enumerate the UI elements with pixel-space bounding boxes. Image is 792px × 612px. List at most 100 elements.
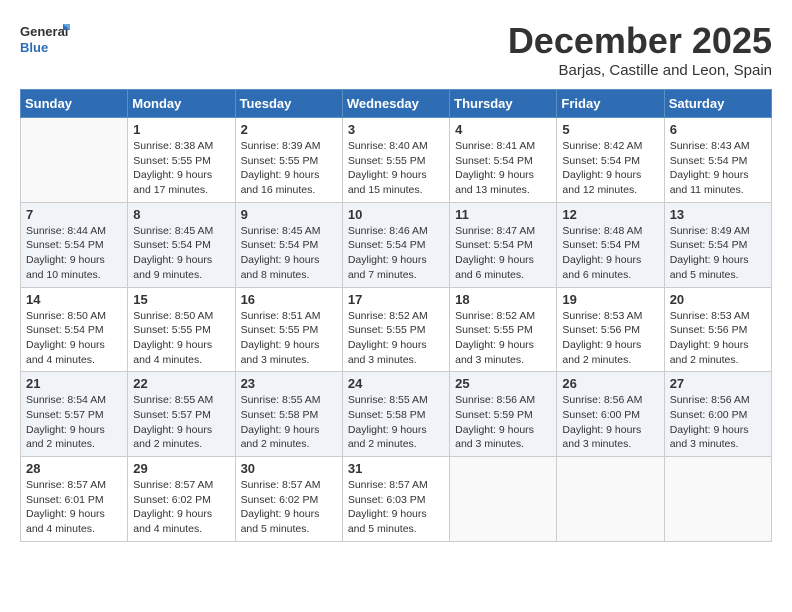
day-number: 24 — [348, 376, 444, 391]
calendar-cell: 12 Sunrise: 8:48 AM Sunset: 5:54 PM Dayli… — [557, 202, 664, 287]
calendar-cell — [557, 457, 664, 542]
svg-text:General: General — [20, 24, 68, 39]
logo-svg: General Blue — [20, 20, 70, 60]
cell-info: Sunrise: 8:56 AM Sunset: 5:59 PM Dayligh… — [455, 393, 551, 452]
cell-info: Sunrise: 8:57 AM Sunset: 6:01 PM Dayligh… — [26, 478, 122, 537]
day-number: 18 — [455, 292, 551, 307]
col-header-saturday: Saturday — [664, 90, 771, 118]
day-number: 11 — [455, 207, 551, 222]
cell-info: Sunrise: 8:56 AM Sunset: 6:00 PM Dayligh… — [562, 393, 658, 452]
calendar-cell: 3 Sunrise: 8:40 AM Sunset: 5:55 PM Daylig… — [342, 118, 449, 203]
calendar-cell: 22 Sunrise: 8:55 AM Sunset: 5:57 PM Dayli… — [128, 372, 235, 457]
day-number: 14 — [26, 292, 122, 307]
svg-text:Blue: Blue — [20, 40, 48, 55]
month-title: December 2025 — [508, 20, 772, 62]
day-number: 3 — [348, 122, 444, 137]
cell-info: Sunrise: 8:45 AM Sunset: 5:54 PM Dayligh… — [133, 224, 229, 283]
cell-info: Sunrise: 8:55 AM Sunset: 5:58 PM Dayligh… — [241, 393, 337, 452]
cell-info: Sunrise: 8:41 AM Sunset: 5:54 PM Dayligh… — [455, 139, 551, 198]
col-header-wednesday: Wednesday — [342, 90, 449, 118]
title-area: December 2025 Barjas, Castille and Leon,… — [508, 20, 772, 79]
calendar-week-row: 1 Sunrise: 8:38 AM Sunset: 5:55 PM Daylig… — [21, 118, 772, 203]
calendar-cell: 10Sunrise: 8:46 AM Sunset: 5:54 PM Dayli… — [342, 202, 449, 287]
cell-info: Sunrise: 8:50 AM Sunset: 5:54 PM Dayligh… — [26, 309, 122, 368]
calendar-week-row: 21 Sunrise: 8:54 AM Sunset: 5:57 PM Dayli… — [21, 372, 772, 457]
calendar-cell: 14 Sunrise: 8:50 AM Sunset: 5:54 PM Dayli… — [21, 287, 128, 372]
cell-info: Sunrise: 8:46 AM Sunset: 5:54 PM Dayligh… — [348, 224, 444, 283]
cell-info: Sunrise: 8:54 AM Sunset: 5:57 PM Dayligh… — [26, 393, 122, 452]
day-number: 29 — [133, 461, 229, 476]
cell-info: Sunrise: 8:39 AM Sunset: 5:55 PM Dayligh… — [241, 139, 337, 198]
day-number: 8 — [133, 207, 229, 222]
calendar-cell: 5Sunrise: 8:42 AM Sunset: 5:54 PM Daylig… — [557, 118, 664, 203]
calendar-cell: 11 Sunrise: 8:47 AM Sunset: 5:54 PM Dayli… — [450, 202, 557, 287]
calendar-week-row: 28 Sunrise: 8:57 AM Sunset: 6:01 PM Dayli… — [21, 457, 772, 542]
day-number: 25 — [455, 376, 551, 391]
calendar-cell: 23 Sunrise: 8:55 AM Sunset: 5:58 PM Dayli… — [235, 372, 342, 457]
col-header-tuesday: Tuesday — [235, 90, 342, 118]
calendar-cell — [664, 457, 771, 542]
day-number: 13 — [670, 207, 766, 222]
calendar-cell: 15 Sunrise: 8:50 AM Sunset: 5:55 PM Dayli… — [128, 287, 235, 372]
day-number: 4 — [455, 122, 551, 137]
day-number: 7 — [26, 207, 122, 222]
cell-info: Sunrise: 8:52 AM Sunset: 5:55 PM Dayligh… — [455, 309, 551, 368]
calendar-cell — [21, 118, 128, 203]
calendar-cell: 21 Sunrise: 8:54 AM Sunset: 5:57 PM Dayli… — [21, 372, 128, 457]
calendar-cell: 16 Sunrise: 8:51 AM Sunset: 5:55 PM Dayli… — [235, 287, 342, 372]
calendar-cell — [450, 457, 557, 542]
day-number: 17 — [348, 292, 444, 307]
day-number: 30 — [241, 461, 337, 476]
calendar-cell: 24 Sunrise: 8:55 AM Sunset: 5:58 PM Dayli… — [342, 372, 449, 457]
cell-info: Sunrise: 8:55 AM Sunset: 5:58 PM Dayligh… — [348, 393, 444, 452]
cell-info: Sunrise: 8:57 AM Sunset: 6:02 PM Dayligh… — [133, 478, 229, 537]
day-number: 28 — [26, 461, 122, 476]
calendar-cell: 4 Sunrise: 8:41 AM Sunset: 5:54 PM Daylig… — [450, 118, 557, 203]
calendar-cell: 28 Sunrise: 8:57 AM Sunset: 6:01 PM Dayli… — [21, 457, 128, 542]
col-header-friday: Friday — [557, 90, 664, 118]
calendar-cell: 30 Sunrise: 8:57 AM Sunset: 6:02 PM Dayli… — [235, 457, 342, 542]
day-number: 23 — [241, 376, 337, 391]
day-number: 2 — [241, 122, 337, 137]
day-number: 1 — [133, 122, 229, 137]
col-header-thursday: Thursday — [450, 90, 557, 118]
calendar-cell: 6Sunrise: 8:43 AM Sunset: 5:54 PM Daylig… — [664, 118, 771, 203]
day-number: 9 — [241, 207, 337, 222]
day-number: 26 — [562, 376, 658, 391]
cell-info: Sunrise: 8:48 AM Sunset: 5:54 PM Dayligh… — [562, 224, 658, 283]
calendar-header-row: SundayMondayTuesdayWednesdayThursdayFrid… — [21, 90, 772, 118]
cell-info: Sunrise: 8:42 AM Sunset: 5:54 PM Dayligh… — [562, 139, 658, 198]
logo: General Blue — [20, 20, 70, 60]
cell-info: Sunrise: 8:45 AM Sunset: 5:54 PM Dayligh… — [241, 224, 337, 283]
cell-info: Sunrise: 8:56 AM Sunset: 6:00 PM Dayligh… — [670, 393, 766, 452]
calendar-cell: 20Sunrise: 8:53 AM Sunset: 5:56 PM Dayli… — [664, 287, 771, 372]
calendar-cell: 2 Sunrise: 8:39 AM Sunset: 5:55 PM Daylig… — [235, 118, 342, 203]
calendar-cell: 1 Sunrise: 8:38 AM Sunset: 5:55 PM Daylig… — [128, 118, 235, 203]
calendar-cell: 25 Sunrise: 8:56 AM Sunset: 5:59 PM Dayli… — [450, 372, 557, 457]
cell-info: Sunrise: 8:47 AM Sunset: 5:54 PM Dayligh… — [455, 224, 551, 283]
day-number: 12 — [562, 207, 658, 222]
cell-info: Sunrise: 8:53 AM Sunset: 5:56 PM Dayligh… — [562, 309, 658, 368]
cell-info: Sunrise: 8:51 AM Sunset: 5:55 PM Dayligh… — [241, 309, 337, 368]
calendar-cell: 7Sunrise: 8:44 AM Sunset: 5:54 PM Daylig… — [21, 202, 128, 287]
day-number: 21 — [26, 376, 122, 391]
cell-info: Sunrise: 8:52 AM Sunset: 5:55 PM Dayligh… — [348, 309, 444, 368]
calendar-cell: 8 Sunrise: 8:45 AM Sunset: 5:54 PM Daylig… — [128, 202, 235, 287]
day-number: 31 — [348, 461, 444, 476]
calendar-cell: 19Sunrise: 8:53 AM Sunset: 5:56 PM Dayli… — [557, 287, 664, 372]
cell-info: Sunrise: 8:57 AM Sunset: 6:02 PM Dayligh… — [241, 478, 337, 537]
col-header-sunday: Sunday — [21, 90, 128, 118]
day-number: 16 — [241, 292, 337, 307]
cell-info: Sunrise: 8:40 AM Sunset: 5:55 PM Dayligh… — [348, 139, 444, 198]
calendar-cell: 13 Sunrise: 8:49 AM Sunset: 5:54 PM Dayli… — [664, 202, 771, 287]
day-number: 15 — [133, 292, 229, 307]
cell-info: Sunrise: 8:49 AM Sunset: 5:54 PM Dayligh… — [670, 224, 766, 283]
cell-info: Sunrise: 8:50 AM Sunset: 5:55 PM Dayligh… — [133, 309, 229, 368]
day-number: 27 — [670, 376, 766, 391]
cell-info: Sunrise: 8:38 AM Sunset: 5:55 PM Dayligh… — [133, 139, 229, 198]
header: General Blue December 2025 Barjas, Casti… — [20, 20, 772, 79]
day-number: 6 — [670, 122, 766, 137]
calendar-week-row: 7Sunrise: 8:44 AM Sunset: 5:54 PM Daylig… — [21, 202, 772, 287]
day-number: 22 — [133, 376, 229, 391]
cell-info: Sunrise: 8:55 AM Sunset: 5:57 PM Dayligh… — [133, 393, 229, 452]
